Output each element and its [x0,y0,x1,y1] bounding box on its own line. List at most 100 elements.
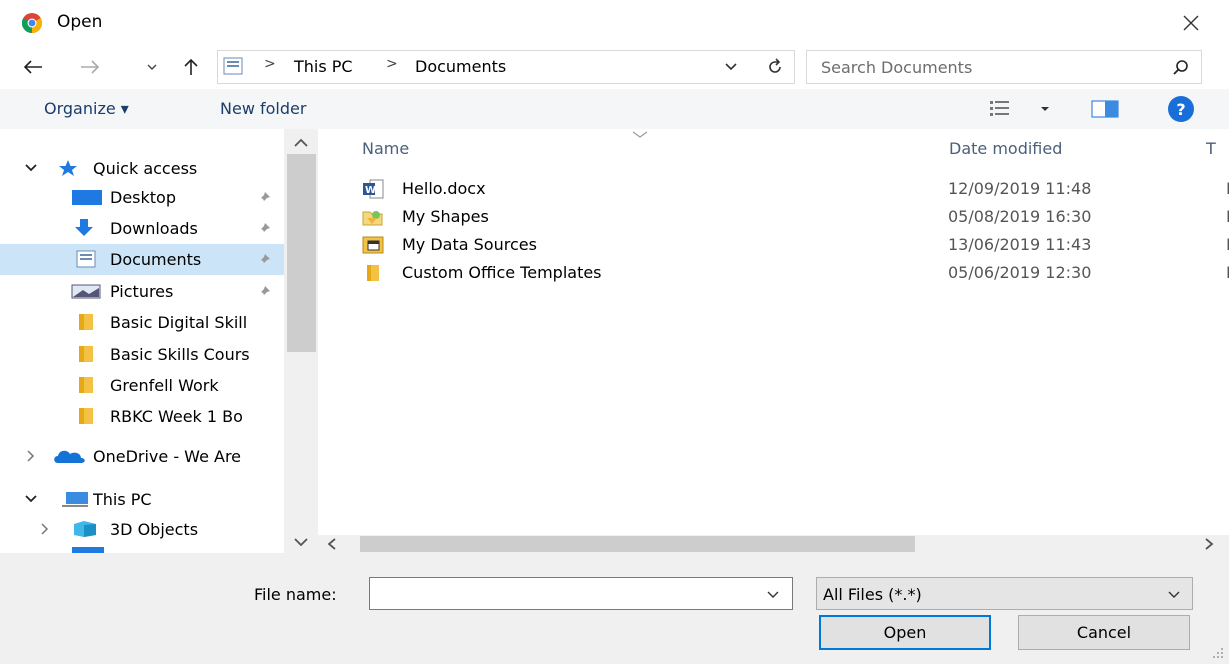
open-button[interactable]: Open [819,615,991,650]
chevron-down-icon[interactable] [24,492,38,506]
sidebar-item-3d-objects[interactable]: 3D Objects [0,514,284,545]
documents-icon [223,57,243,75]
file-row[interactable]: My Shapes 05/08/2019 16:30 F [358,203,1229,231]
file-row[interactable]: Custom Office Templates 05/06/2019 12:30… [358,259,1229,287]
back-arrow-icon [23,60,42,74]
change-view-icon[interactable] [990,97,1050,121]
sidebar-item-documents[interactable]: Documents [0,244,284,275]
column-header-name[interactable]: Name [362,139,409,158]
star-icon [59,160,77,176]
scrollbar-thumb[interactable] [360,536,915,552]
shapes-folder-icon [362,211,383,226]
sidebar-item-label: Basic Skills Cours [110,345,250,364]
breadcrumb-this-pc[interactable]: This PC [294,57,353,76]
breadcrumb-separator-icon: > [386,56,398,72]
chevron-down-icon[interactable] [766,587,780,601]
chevron-down-icon[interactable] [724,59,738,73]
search-placeholder: Search Documents [821,58,973,77]
cancel-button[interactable]: Cancel [1018,615,1190,650]
refresh-button[interactable] [763,54,787,80]
navigation-pane: Quick access Desktop Downloads Documents… [0,129,318,553]
recent-locations-button[interactable] [139,54,165,80]
sidebar-item-label: RBKC Week 1 Bo [110,407,243,426]
sidebar-item-folder[interactable]: Basic Digital Skill [0,307,284,338]
chevron-down-icon [147,64,157,70]
file-type-filter-value: All Files (*.*) [823,585,922,604]
file-name: My Data Sources [402,235,537,254]
up-button[interactable] [178,54,204,80]
sidebar-item-desktop[interactable]: Desktop [0,182,284,213]
scroll-down-icon[interactable] [292,534,310,550]
preview-pane-icon[interactable] [1091,100,1119,118]
chevron-right-icon[interactable] [24,449,38,463]
sidebar-item-label: Downloads [110,219,198,238]
file-list-horizontal-scrollbar[interactable] [318,535,1229,553]
scroll-right-icon[interactable] [1203,537,1215,551]
organize-button[interactable]: Organize ▾ [44,99,129,118]
forward-arrow-icon [81,60,100,74]
window-title: Open [57,12,103,32]
navigation-pane-scrollbar[interactable] [284,129,318,553]
download-arrow-icon [75,219,93,236]
folder-icon [79,377,93,393]
file-type-filter-select[interactable]: All Files (*.*) [816,577,1193,610]
help-button[interactable]: ? [1168,96,1194,122]
search-input[interactable]: Search Documents [806,50,1202,84]
sidebar-item-folder[interactable]: RBKC Week 1 Bo [0,401,284,432]
file-row[interactable]: W Hello.docx 12/09/2019 11:48 M [358,175,1229,203]
folder-icon [367,265,379,281]
sidebar-item-onedrive[interactable]: OneDrive - We Are [0,441,284,472]
file-list: Name Date modified T W Hello.docx 12/09/… [318,129,1229,535]
sidebar-item-label: Basic Digital Skill [110,313,248,332]
3d-objects-icon [74,521,96,537]
file-date: 13/06/2019 11:43 [948,235,1092,254]
new-folder-button[interactable]: New folder [220,99,306,118]
folder-icon [79,346,93,362]
pin-icon[interactable] [256,284,272,300]
scroll-left-icon[interactable] [326,537,338,551]
sidebar-item-folder[interactable]: Grenfell Work [0,370,284,401]
chevron-down-icon[interactable] [24,161,38,175]
sidebar-item-this-pc[interactable]: This PC [0,484,284,515]
address-bar[interactable]: > This PC > Documents [217,50,795,84]
sidebar-item-folder[interactable]: Basic Skills Cours [0,339,284,370]
sidebar-item-label: Grenfell Work [110,376,219,395]
documents-icon [76,250,96,268]
chevron-down-icon[interactable] [1167,587,1181,601]
breadcrumb-documents[interactable]: Documents [415,57,506,76]
pin-icon[interactable] [256,221,272,237]
file-name-input[interactable] [369,577,793,610]
file-date: 05/06/2019 12:30 [948,263,1092,282]
sidebar-item-quick-access[interactable]: Quick access [0,153,284,184]
pin-icon[interactable] [256,252,272,268]
up-arrow-icon [184,58,198,75]
sidebar-item-downloads[interactable]: Downloads [0,213,284,244]
back-button[interactable] [20,54,46,80]
title-bar: Open [0,0,1229,46]
sidebar-item-label: Desktop [110,188,176,207]
scrollbar-thumb[interactable] [287,154,316,352]
close-icon[interactable] [1180,12,1202,34]
search-icon[interactable] [1171,58,1191,78]
navigation-bar: > This PC > Documents Search Documents [0,46,1229,88]
refresh-icon [769,58,781,73]
scroll-up-icon[interactable] [292,135,310,151]
resize-grip-icon[interactable] [1210,645,1224,659]
onedrive-cloud-icon [54,450,85,463]
column-header-type[interactable]: T [1206,139,1216,158]
file-date: 05/08/2019 16:30 [948,207,1092,226]
column-header-date-modified[interactable]: Date modified [949,139,1062,158]
file-name: Hello.docx [402,179,486,198]
file-name: My Shapes [402,207,489,226]
forward-button[interactable] [77,54,103,80]
sidebar-item-label: Pictures [110,282,174,301]
file-row[interactable]: My Data Sources 13/06/2019 11:43 F [358,231,1229,259]
sidebar-item-label: 3D Objects [110,520,199,539]
chevron-right-icon[interactable] [38,522,52,536]
sidebar-item-label: OneDrive - We Are [93,447,242,466]
data-sources-folder-icon [362,236,384,254]
sidebar-item-label: Documents [110,250,202,269]
pin-icon[interactable] [256,190,272,206]
sidebar-item-pictures[interactable]: Pictures [0,276,284,307]
folder-icon [79,408,93,424]
